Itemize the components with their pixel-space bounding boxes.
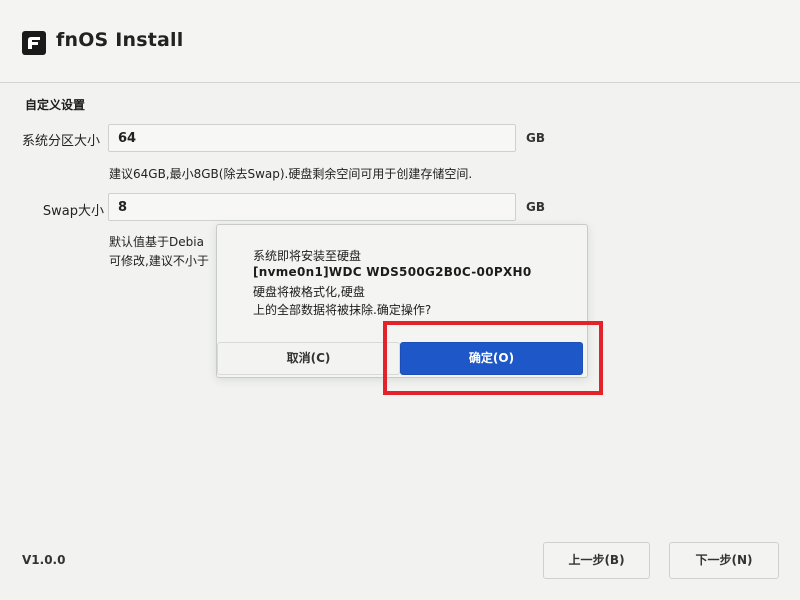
dialog-message-line4: 上的全部数据将被抹除.确定操作? xyxy=(253,303,432,317)
app-title: fnOS Install xyxy=(56,29,184,51)
version-label: V1.0.0 xyxy=(22,553,66,567)
next-button[interactable]: 下一步(N) xyxy=(669,542,779,579)
system-partition-hint: 建议64GB,最小8GB(除去Swap).硬盘剩余空间可用于创建存储空间. xyxy=(109,167,473,181)
swap-input[interactable]: 8 xyxy=(108,193,516,221)
back-button[interactable]: 上一步(B) xyxy=(543,542,650,579)
dialog-disk-name: [nvme0n1]WDC WDS500G2B0C-00PXH0 xyxy=(253,265,532,279)
dialog-message-line1: 系统即将安装至硬盘 xyxy=(253,249,362,263)
system-partition-label: 系统分区大小 xyxy=(22,134,101,149)
swap-hint-line2: 可修改,建议不小于 xyxy=(109,254,209,268)
dialog-message-line3: 硬盘将被格式化,硬盘 xyxy=(253,285,365,299)
fnos-logo-icon xyxy=(22,31,46,55)
section-title: 自定义设置 xyxy=(25,98,86,112)
swap-label: Swap大小 xyxy=(42,204,104,219)
system-partition-unit: GB xyxy=(526,131,545,145)
cancel-button[interactable]: 取消(C) xyxy=(217,342,400,375)
system-partition-input[interactable]: 64 xyxy=(108,124,516,152)
highlight-annotation-box xyxy=(383,321,603,395)
swap-unit: GB xyxy=(526,200,545,214)
swap-hint-line1: 默认值基于Debia xyxy=(109,235,204,249)
header-divider xyxy=(0,82,800,83)
app-header: fnOS Install xyxy=(0,0,800,82)
